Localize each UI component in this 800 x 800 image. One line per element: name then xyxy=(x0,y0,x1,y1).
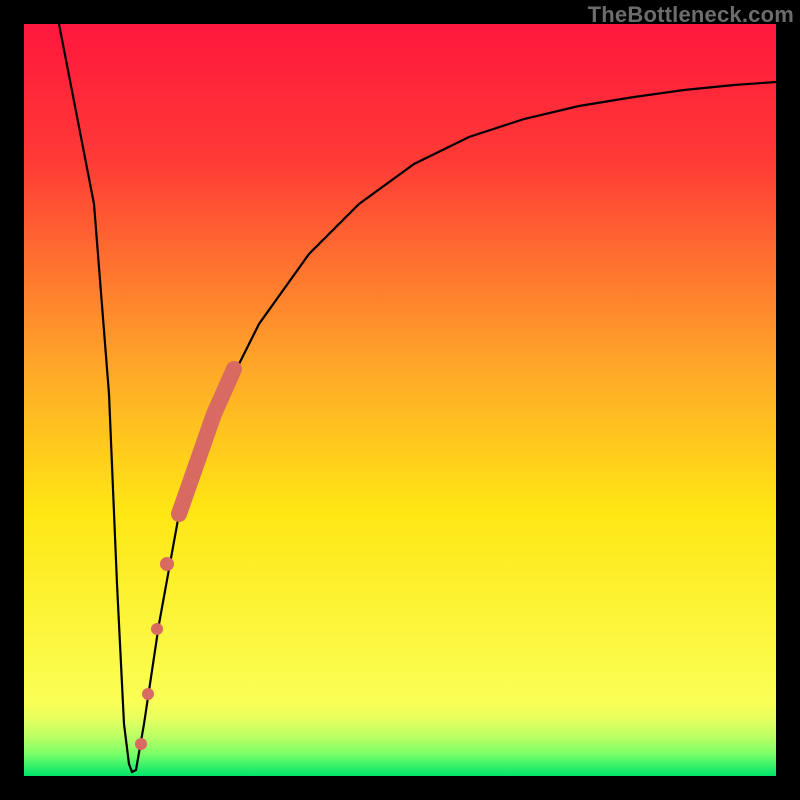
highlight-dot xyxy=(151,623,163,635)
highlight-dot xyxy=(142,688,154,700)
chart-svg xyxy=(24,24,776,776)
highlight-dot xyxy=(135,738,147,750)
plot-area xyxy=(24,24,776,776)
highlight-dot xyxy=(160,557,174,571)
gradient-background xyxy=(24,24,776,776)
chart-frame: TheBottleneck.com xyxy=(0,0,800,800)
